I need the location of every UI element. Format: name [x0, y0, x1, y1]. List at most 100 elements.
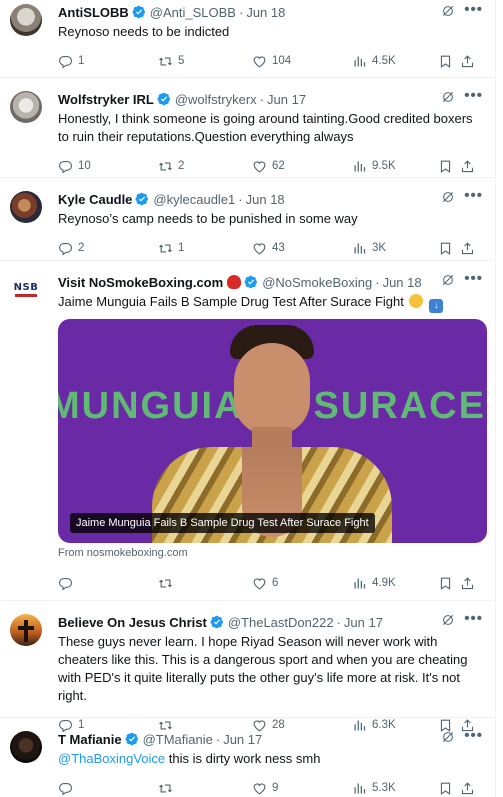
- grok-icon[interactable]: [441, 273, 455, 287]
- grok-icon[interactable]: [441, 4, 455, 18]
- like-icon: [252, 576, 267, 591]
- more-icon[interactable]: •••: [464, 727, 483, 744]
- avatar[interactable]: [10, 731, 42, 763]
- tweet-text: @ThaBoxingVoice this is dirty work ness …: [58, 751, 321, 766]
- verified-badge-icon: [157, 92, 171, 106]
- tweet[interactable]: T Mafianie @TMafianie · Jun 17 @ThaBoxin…: [0, 718, 495, 797]
- mention-link[interactable]: @ThaBoxingVoice: [58, 751, 165, 766]
- more-icon[interactable]: •••: [464, 270, 483, 287]
- bookmark-button[interactable]: [438, 576, 460, 591]
- author-name[interactable]: Visit NoSmokeBoxing.com: [58, 275, 223, 290]
- repost-button[interactable]: [158, 576, 252, 591]
- author-handle[interactable]: @NoSmokeBoxing: [262, 275, 372, 290]
- action-bar: 2 1 43 3K: [58, 232, 485, 264]
- repost-icon: [158, 576, 173, 591]
- share-button[interactable]: [460, 781, 480, 796]
- like-icon: [252, 159, 267, 174]
- reply-button[interactable]: 1: [58, 54, 158, 69]
- avatar[interactable]: [10, 614, 42, 646]
- like-count: 43: [272, 242, 285, 254]
- bookmark-icon: [438, 576, 453, 591]
- grok-icon[interactable]: [441, 190, 455, 204]
- share-button[interactable]: [460, 576, 480, 591]
- author-name[interactable]: Kyle Caudle: [58, 192, 132, 207]
- tweet[interactable]: Believe On Jesus Christ @TheLastDon222 ·…: [0, 601, 495, 718]
- author-name[interactable]: Wolfstryker IRL: [58, 92, 154, 107]
- views-button[interactable]: 3K: [352, 241, 432, 256]
- share-icon: [460, 781, 475, 796]
- avatar[interactable]: [10, 4, 42, 36]
- tweet[interactable]: Kyle Caudle @kylecaudle1 · Jun 18 Reynos…: [0, 178, 495, 261]
- repost-icon: [158, 54, 173, 69]
- views-icon: [352, 54, 367, 69]
- avatar[interactable]: [10, 191, 42, 223]
- bookmark-button[interactable]: [438, 241, 460, 256]
- more-icon[interactable]: •••: [464, 1, 483, 18]
- like-count: 62: [272, 160, 285, 172]
- views-button[interactable]: 9.5K: [352, 159, 432, 174]
- more-icon[interactable]: •••: [464, 187, 483, 204]
- author-handle[interactable]: @wolfstrykerx: [175, 92, 257, 107]
- views-button[interactable]: 4.9K: [352, 576, 432, 591]
- repost-button[interactable]: 2: [158, 159, 252, 174]
- avatar[interactable]: [10, 91, 42, 123]
- like-button[interactable]: 62: [252, 159, 352, 174]
- repost-button[interactable]: 1: [158, 241, 252, 256]
- grok-icon[interactable]: [441, 730, 455, 744]
- repost-count: 2: [178, 160, 185, 172]
- action-bar: 9 5.3K: [58, 772, 485, 797]
- separator: ·: [215, 731, 221, 747]
- like-count: 9: [272, 782, 279, 794]
- like-button[interactable]: 9: [252, 781, 352, 796]
- share-button[interactable]: [460, 54, 480, 69]
- tweet-date[interactable]: Jun 18: [383, 275, 422, 290]
- grok-icon[interactable]: [441, 90, 455, 104]
- author-handle[interactable]: @TheLastDon222: [228, 615, 334, 630]
- author-name[interactable]: AntiSLOBB: [58, 5, 129, 20]
- reply-button[interactable]: [58, 781, 158, 796]
- views-icon: [352, 781, 367, 796]
- repost-icon: [158, 241, 173, 256]
- share-icon: [460, 241, 475, 256]
- author-name[interactable]: T Mafianie: [58, 732, 122, 747]
- views-button[interactable]: 4.5K: [352, 54, 432, 69]
- card-source-link[interactable]: From nosmokeboxing.com: [58, 547, 485, 559]
- grok-icon[interactable]: [441, 613, 455, 627]
- like-button[interactable]: 104: [252, 54, 352, 69]
- author-handle[interactable]: @kylecaudle1: [153, 192, 235, 207]
- views-button[interactable]: 5.3K: [352, 781, 432, 796]
- author-handle[interactable]: @TMafianie: [143, 732, 213, 747]
- repost-button[interactable]: [158, 781, 252, 796]
- share-button[interactable]: [460, 159, 480, 174]
- tweet-date[interactable]: Jun 17: [344, 615, 383, 630]
- tweet[interactable]: AntiSLOBB @Anti_SLOBB · Jun 18 Reynoso n…: [0, 0, 495, 78]
- views-count: 4.5K: [372, 55, 396, 67]
- separator: ·: [375, 274, 380, 290]
- bookmark-button[interactable]: [438, 54, 460, 69]
- link-card-image[interactable]: MUNGUIA vs SURACE Jaime Munguia Fails B …: [58, 319, 487, 543]
- tweet-date[interactable]: Jun 17: [223, 732, 262, 747]
- verified-badge-icon: [132, 5, 146, 19]
- tweet-date[interactable]: Jun 18: [246, 192, 285, 207]
- tweet[interactable]: Wolfstryker IRL @wolfstrykerx · Jun 17 H…: [0, 78, 495, 178]
- reply-button[interactable]: [58, 576, 158, 591]
- reply-count: 1: [78, 55, 85, 67]
- bookmark-button[interactable]: [438, 781, 460, 796]
- like-button[interactable]: 43: [252, 241, 352, 256]
- views-count: 5.3K: [372, 782, 396, 794]
- avatar[interactable]: NSB: [10, 274, 42, 306]
- more-icon[interactable]: •••: [464, 610, 483, 627]
- author-name[interactable]: Believe On Jesus Christ: [58, 615, 207, 630]
- reply-button[interactable]: 10: [58, 159, 158, 174]
- like-button[interactable]: 6: [252, 576, 352, 591]
- tweet[interactable]: NSB Visit NoSmokeBoxing.com @NoSmokeBoxi…: [0, 261, 495, 601]
- author-handle[interactable]: @Anti_SLOBB: [150, 5, 236, 20]
- verified-badge-icon: [135, 192, 149, 206]
- more-icon[interactable]: •••: [464, 87, 483, 104]
- share-button[interactable]: [460, 241, 480, 256]
- tweet-date[interactable]: Jun 18: [246, 5, 285, 20]
- tweet-date[interactable]: Jun 17: [267, 92, 306, 107]
- repost-button[interactable]: 5: [158, 54, 252, 69]
- reply-button[interactable]: 2: [58, 241, 158, 256]
- bookmark-button[interactable]: [438, 159, 460, 174]
